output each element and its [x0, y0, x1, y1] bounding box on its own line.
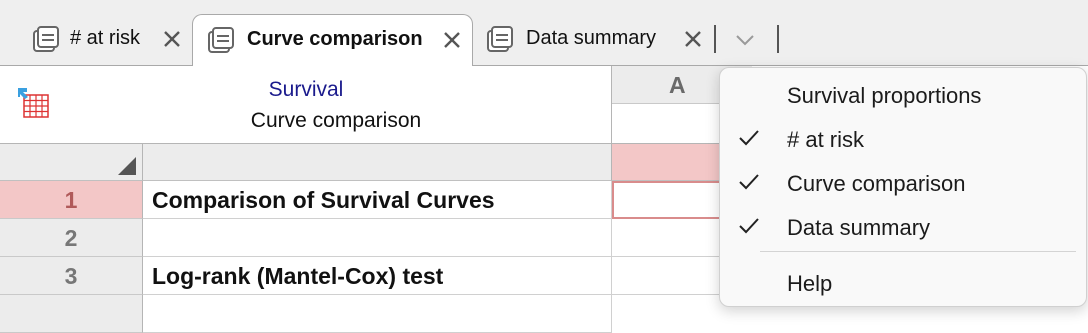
checkmark-icon: [739, 130, 759, 146]
tab-curve-comparison[interactable]: Curve comparison: [192, 14, 473, 67]
tab-strip: # at risk Curve comparison Data summary: [0, 0, 1088, 67]
results-sheet-icon: [208, 27, 234, 53]
menu-item-data-summary[interactable]: Data summary: [720, 205, 1086, 249]
tab-data-summary[interactable]: Data summary: [474, 14, 714, 66]
sheet-subtitle: Curve comparison: [250, 109, 422, 132]
menu-item-label: Data summary: [787, 215, 931, 240]
checkmark-icon: [739, 218, 759, 234]
close-icon[interactable]: [161, 28, 183, 50]
sheet-header: Survival Curve comparison: [0, 66, 612, 144]
menu-item-at-risk[interactable]: # at risk: [720, 117, 1086, 161]
results-sheet-icon: [33, 26, 59, 52]
row-number[interactable]: 2: [0, 219, 143, 257]
column-header-label: A: [669, 72, 686, 98]
chevron-down-icon[interactable]: [733, 32, 757, 48]
checkmark-icon: [739, 174, 759, 190]
corner-cell[interactable]: [0, 144, 143, 181]
tab-label: # at risk: [70, 27, 141, 49]
results-sheet-icon: [487, 26, 513, 52]
sheet-title: Survival: [268, 78, 344, 101]
menu-divider: [760, 251, 1076, 252]
table-row-title[interactable]: Comparison of Survival Curves: [143, 181, 612, 219]
row-number[interactable]: [0, 295, 143, 333]
tab-label: Curve comparison: [247, 28, 423, 50]
row-number[interactable]: 1: [0, 181, 143, 219]
corner-triangle-icon: [118, 157, 136, 175]
table-row-title[interactable]: [143, 295, 612, 333]
menu-item-curve-comparison[interactable]: Curve comparison: [720, 161, 1086, 205]
row-number[interactable]: 3: [0, 257, 143, 295]
close-icon[interactable]: [441, 29, 463, 51]
tab-list-menu: Survival proportions # at risk Curve com…: [719, 67, 1087, 307]
tab-label: Data summary: [526, 27, 657, 49]
menu-item-survival-proportions[interactable]: Survival proportions: [720, 73, 1086, 117]
close-icon[interactable]: [682, 28, 704, 50]
tab-at-risk[interactable]: # at risk: [20, 14, 190, 66]
menu-item-label: Survival proportions: [787, 83, 982, 108]
table-row-title[interactable]: [143, 219, 612, 257]
menu-item-label: # at risk: [787, 127, 865, 152]
tab-divider: [777, 25, 779, 53]
row-title-header[interactable]: [143, 144, 612, 181]
table-row-title[interactable]: Log-rank (Mantel-Cox) test: [143, 257, 612, 295]
menu-item-label: Help: [787, 271, 833, 296]
menu-item-help[interactable]: Help: [720, 261, 1086, 305]
menu-item-label: Curve comparison: [787, 171, 966, 196]
tab-divider: [714, 25, 716, 53]
